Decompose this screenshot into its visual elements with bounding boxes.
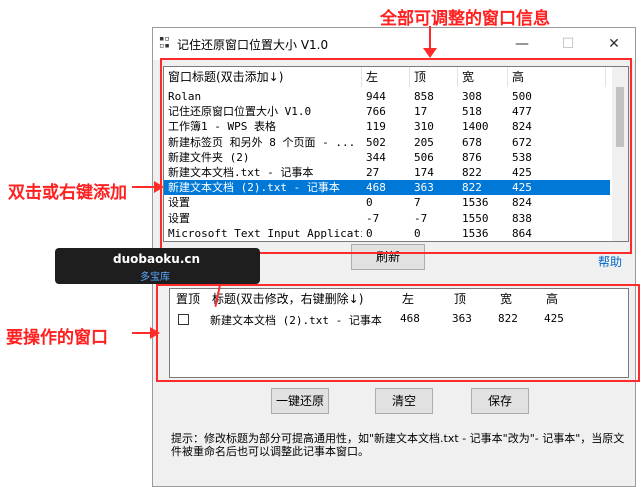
highlight-box-top xyxy=(160,58,632,254)
watermark-domain: duobaoku.cn xyxy=(113,252,201,266)
watermark: duobaoku.cn 多宝库 xyxy=(55,248,260,284)
watermark-brand: 多宝库 xyxy=(140,272,170,283)
clear-button[interactable]: 清空 xyxy=(375,388,433,414)
close-button[interactable]: ✕ xyxy=(591,28,637,60)
restore-all-button[interactable]: 一键还原 xyxy=(271,388,329,414)
annotation-top: 全部可调整的窗口信息 xyxy=(380,9,550,29)
help-link[interactable]: 帮助 xyxy=(598,253,622,270)
save-button[interactable]: 保存 xyxy=(471,388,529,414)
hint-text: 提示：修改标题为部分可提高通用性，如"新建文本文档.txt - 记事本"改为"-… xyxy=(171,432,625,458)
arrow-top-head xyxy=(423,48,437,58)
window-title: 记住还原窗口位置大小 V1.0 xyxy=(177,38,329,52)
arrow-operate-head xyxy=(150,327,160,339)
minimize-button[interactable]: — xyxy=(499,28,545,60)
arrow-add-head xyxy=(154,181,164,193)
annotation-operate: 要操作的窗口 xyxy=(6,328,108,348)
app-icon: ▪▫ ▫▪ xyxy=(159,34,170,51)
annotation-add: 双击或右键添加 xyxy=(8,183,127,203)
maximize-button[interactable]: ☐ xyxy=(545,28,591,60)
title-bar: ▪▫ ▫▪ 记住还原窗口位置大小 V1.0 — ☐ ✕ xyxy=(153,28,635,60)
highlight-box-bottom xyxy=(156,284,640,382)
